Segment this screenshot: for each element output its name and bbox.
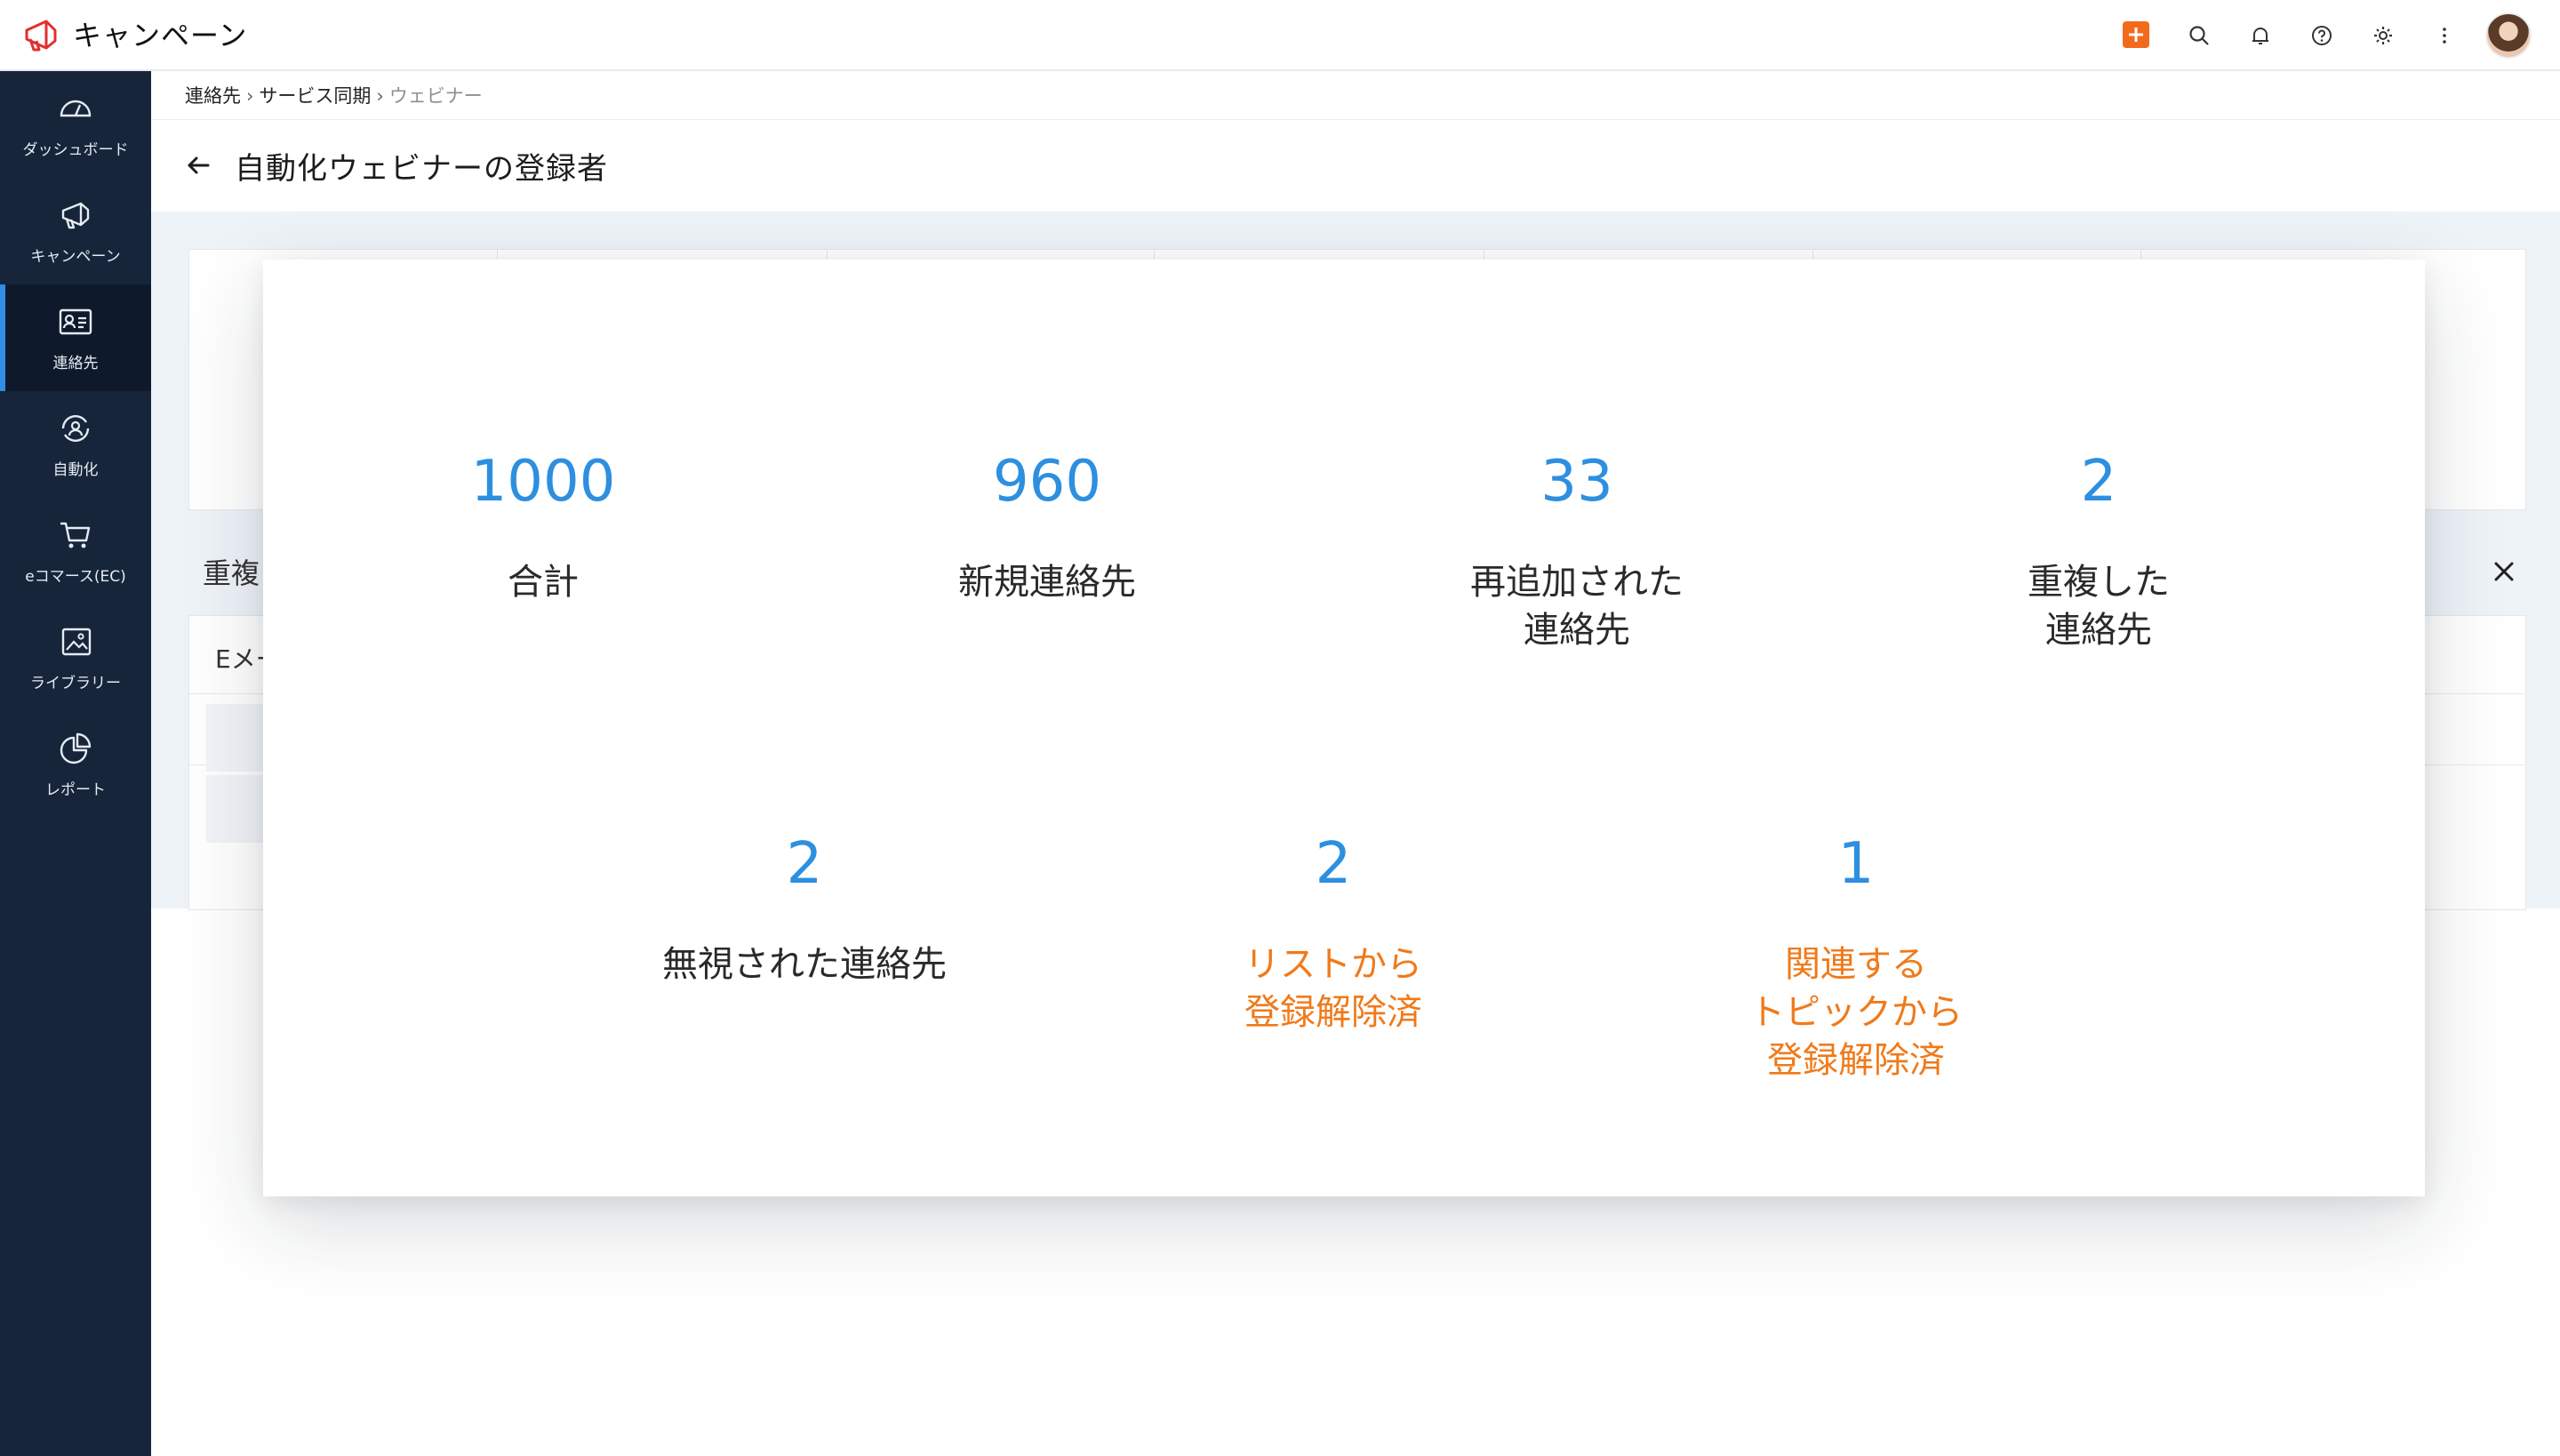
stat-value: 1 xyxy=(1837,831,1875,897)
contact-card-icon xyxy=(56,302,95,341)
breadcrumb-webinar: ウェビナー xyxy=(388,85,483,107)
dashboard-icon xyxy=(56,89,95,128)
bell-icon xyxy=(2252,28,2268,44)
chevron-right-icon: › xyxy=(376,85,384,107)
stat-value: 2 xyxy=(2080,449,2117,515)
sidebar-item-contacts[interactable]: 連絡先 xyxy=(0,284,151,391)
search-icon xyxy=(2189,26,2209,45)
stat-value: 960 xyxy=(992,449,1102,515)
stat-label: 新規連絡先 xyxy=(958,562,1136,603)
breadcrumb: 連絡先 › サービス同期 › ウェビナー xyxy=(185,80,483,112)
automation-icon xyxy=(56,409,95,448)
help-icon xyxy=(2312,26,2332,45)
top-bar: キャンペーン xyxy=(0,0,2560,71)
sidebar-item-label: ダッシュボード xyxy=(22,141,129,159)
sidebar-item-label: キャンペーン xyxy=(30,248,121,266)
duplicates-section-label: 重複 xyxy=(203,556,260,590)
sidebar-item-campaigns[interactable]: キャンペーン xyxy=(0,178,151,284)
import-summary-modal: 1000 合計 960 新規連絡先 33 再追加された 連絡先 2 重複した 連… xyxy=(263,260,2425,1196)
stat-unsubscribed-from-topics: 1 関連する トピックから 登録解除済 xyxy=(1625,828,2087,1084)
back-arrow-icon[interactable] xyxy=(183,150,213,180)
library-icon xyxy=(56,622,95,661)
more-button[interactable] xyxy=(2428,20,2460,52)
stat-label: 関連する トピックから 登録解除済 xyxy=(1749,944,1963,1081)
stat-unsubscribed-from-list: 2 リストから 登録解除済 xyxy=(1102,828,1564,1036)
stat-label: リストから 登録解除済 xyxy=(1244,944,1422,1033)
stat-value: 33 xyxy=(1540,449,1613,515)
stat-total: 1000 合計 xyxy=(312,446,774,606)
stat-duplicate-contacts: 2 重複した 連絡先 xyxy=(1868,446,2330,654)
stat-new-contacts: 960 新規連絡先 xyxy=(816,446,1278,606)
avatar[interactable] xyxy=(2485,12,2532,59)
stat-value: 2 xyxy=(786,831,823,897)
plus-icon xyxy=(2129,28,2143,42)
breadcrumb-service-sync[interactable]: サービス同期 xyxy=(259,85,371,107)
stat-label: 合計 xyxy=(508,562,579,603)
divider xyxy=(151,119,2560,120)
settings-button[interactable] xyxy=(2367,20,2399,52)
sidebar-item-label: レポート xyxy=(45,781,106,799)
stat-label: 重複した 連絡先 xyxy=(2028,562,2170,651)
report-icon xyxy=(56,729,95,768)
breadcrumb-contacts[interactable]: 連絡先 xyxy=(185,85,241,107)
sidebar-item-label: 自動化 xyxy=(52,461,99,479)
cart-icon xyxy=(56,516,95,555)
sidebar-item-reports[interactable]: レポート xyxy=(0,711,151,818)
megaphone-icon xyxy=(56,196,95,235)
sidebar-item-label: eコマース(EC) xyxy=(25,568,126,586)
sidebar-item-label: ライブラリー xyxy=(30,675,121,692)
page-header: 自動化ウェビナーの登録者 xyxy=(183,140,608,190)
chevron-right-icon: › xyxy=(246,85,254,107)
gear-icon xyxy=(2374,27,2392,44)
stat-readded-contacts: 33 再追加された 連絡先 xyxy=(1346,446,1808,654)
stat-label: 再追加された 連絡先 xyxy=(1470,562,1684,651)
stat-label: 無視された連絡先 xyxy=(662,944,947,985)
page-title: 自動化ウェビナーの登録者 xyxy=(235,150,608,187)
help-button[interactable] xyxy=(2306,20,2338,52)
more-icon xyxy=(2443,28,2446,44)
create-button[interactable] xyxy=(2123,21,2149,48)
search-button[interactable] xyxy=(2183,20,2215,52)
sidebar-item-automation[interactable]: 自動化 xyxy=(0,391,151,498)
stat-value: 2 xyxy=(1315,831,1352,897)
sidebar-item-library[interactable]: ライブラリー xyxy=(0,604,151,711)
app-title: キャンペーン xyxy=(73,19,248,52)
campaigns-logo-icon xyxy=(25,20,57,52)
close-icon[interactable] xyxy=(2489,556,2519,587)
sidebar-item-dashboard[interactable]: ダッシュボード xyxy=(0,71,151,178)
stat-ignored-contacts: 2 無視された連絡先 xyxy=(573,828,1036,988)
notifications-button[interactable] xyxy=(2244,20,2276,52)
stat-value: 1000 xyxy=(470,449,616,515)
sidebar-item-label: 連絡先 xyxy=(52,355,99,372)
sidebar: ダッシュボード キャンペーン 連絡先 自動化 eコマース(EC) ライブラリー xyxy=(0,71,151,1456)
sidebar-item-ecommerce[interactable]: eコマース(EC) xyxy=(0,498,151,604)
